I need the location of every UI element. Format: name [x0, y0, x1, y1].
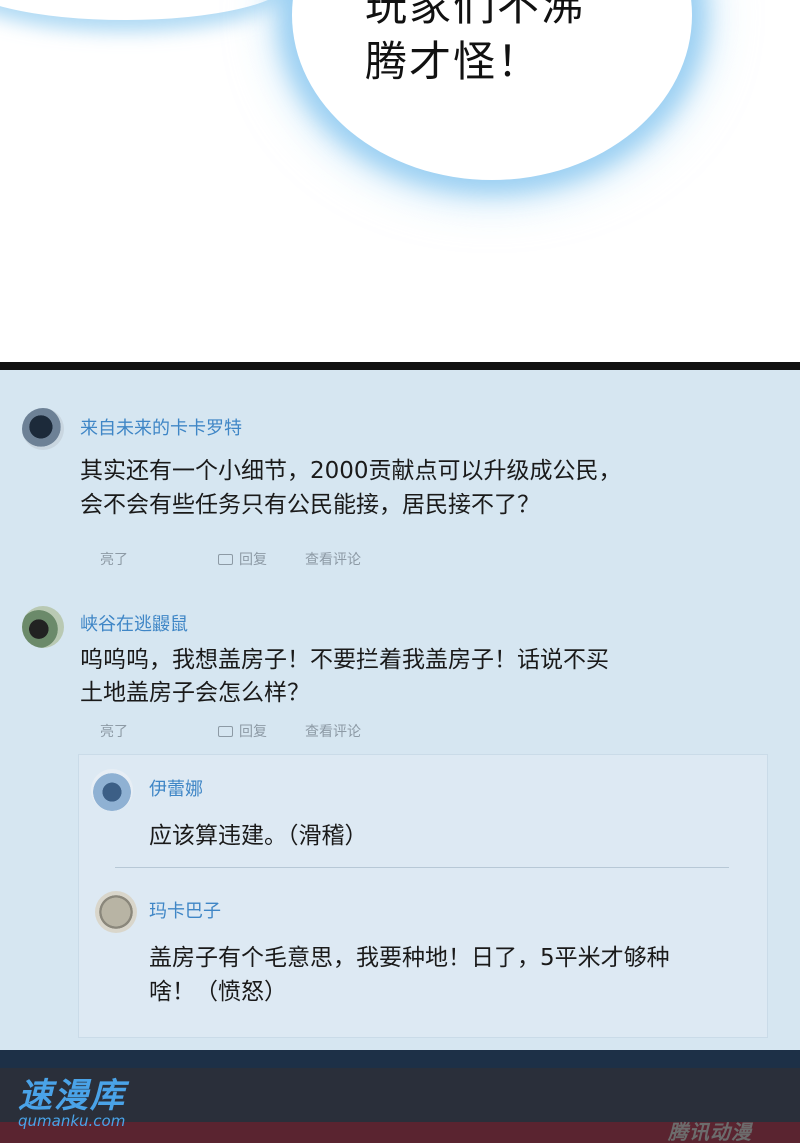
- watermark-site-url: qumanku.com: [18, 1112, 126, 1130]
- like-button[interactable]: 亮了: [100, 549, 128, 569]
- comment-username[interactable]: 峡谷在逃鼹鼠: [80, 610, 188, 636]
- comment-panel: 来自未来的卡卡罗特 其实还有一个小细节，2000贡献点可以升级成公民， 会不会有…: [0, 370, 800, 1050]
- avatar[interactable]: [95, 891, 137, 933]
- reply-label: 回复: [239, 724, 267, 740]
- replies-box: 伊蕾娜 应该算违建。（滑稽） 玛卡巴子 盖房子有个毛意思，我要种地！日了，5平米…: [78, 754, 768, 1038]
- view-comments-button[interactable]: 查看评论: [305, 721, 361, 741]
- bottom-strip: 速漫库 qumanku.com 腾讯动漫: [0, 1050, 800, 1144]
- comment-text-line: 土地盖房子会怎么样？: [80, 680, 310, 706]
- reply-label: 回复: [239, 552, 267, 568]
- comment-text-line: 其实还有一个小细节，2000贡献点可以升级成公民，: [80, 458, 622, 484]
- comment-text-line: 呜呜呜，我想盖房子！不要拦着我盖房子！话说不买: [80, 647, 609, 673]
- speech-burst-left: [0, 0, 290, 20]
- reply-text-line: 盖房子有个毛意思，我要种地！日了，5平米才够种: [149, 945, 670, 971]
- avatar[interactable]: [22, 408, 64, 450]
- reply-text-line: 应该算违建。（滑稽）: [149, 823, 368, 849]
- comment-text-line: 会不会有些任务只有公民能接，居民接不了？: [80, 492, 540, 518]
- reply-divider: [115, 867, 729, 868]
- reply-icon: [218, 726, 233, 737]
- watermark-site-name: 速漫库: [18, 1076, 126, 1116]
- like-button[interactable]: 亮了: [100, 721, 128, 741]
- reply-text-line: 啥！（愤怒）: [149, 979, 287, 1005]
- reply-button[interactable]: 回复: [218, 549, 267, 569]
- reply-icon: [218, 554, 233, 565]
- comment-username[interactable]: 来自未来的卡卡罗特: [80, 414, 242, 440]
- avatar[interactable]: [22, 606, 64, 648]
- reply-username[interactable]: 玛卡巴子: [149, 897, 221, 923]
- view-comments-button[interactable]: 查看评论: [305, 549, 361, 569]
- avatar[interactable]: [91, 769, 133, 811]
- watermark-publisher: 腾讯动漫: [668, 1120, 752, 1144]
- manga-panel-top: 玩家们不沸 腾才怪！: [0, 0, 800, 362]
- panel-divider: [0, 362, 800, 370]
- speech-bubble-text: 玩家们不沸 腾才怪！: [365, 0, 586, 86]
- reply-button[interactable]: 回复: [218, 721, 267, 741]
- reply-username[interactable]: 伊蕾娜: [149, 775, 203, 801]
